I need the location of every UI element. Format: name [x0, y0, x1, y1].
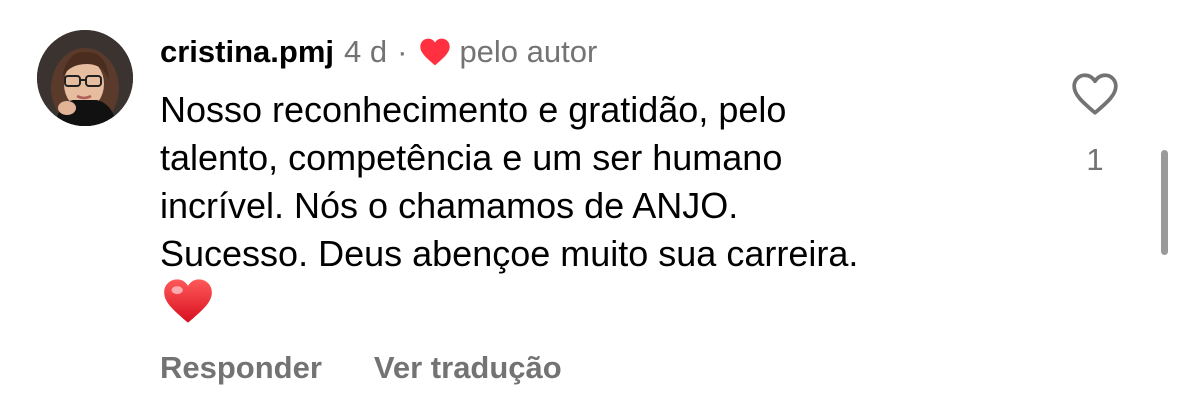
scrollbar[interactable] — [1161, 150, 1168, 255]
comment-line: Nosso reconhecimento e gratidão, pelo — [160, 89, 787, 130]
heart-filled-icon — [419, 37, 451, 67]
username[interactable]: cristina.pmj — [160, 34, 334, 70]
avatar-image — [37, 30, 133, 126]
avatar[interactable] — [37, 30, 133, 126]
comment-text: Nosso reconhecimento e gratidão, pelo ta… — [160, 86, 1040, 278]
comment-line: incrível. Nós o chamamos de ANJO. — [160, 185, 739, 226]
heart-outline-icon[interactable] — [1070, 70, 1120, 118]
reply-button[interactable]: Responder — [160, 350, 322, 386]
red-heart-emoji — [162, 276, 214, 326]
author-liked-label: pelo autor — [459, 34, 598, 69]
separator-dot: · — [397, 34, 408, 69]
like-count: 1 — [1086, 142, 1104, 177]
comment-line: talento, competência e um ser humano — [160, 137, 783, 178]
comment-line: Sucesso. Deus abençoe muito sua carreira… — [160, 233, 859, 274]
comment-actions: Responder Ver tradução — [160, 350, 562, 386]
translate-button[interactable]: Ver tradução — [374, 350, 562, 386]
timestamp: 4 d — [344, 34, 388, 69]
comment-header: cristina.pmj 4 d · pelo autor — [160, 30, 597, 74]
